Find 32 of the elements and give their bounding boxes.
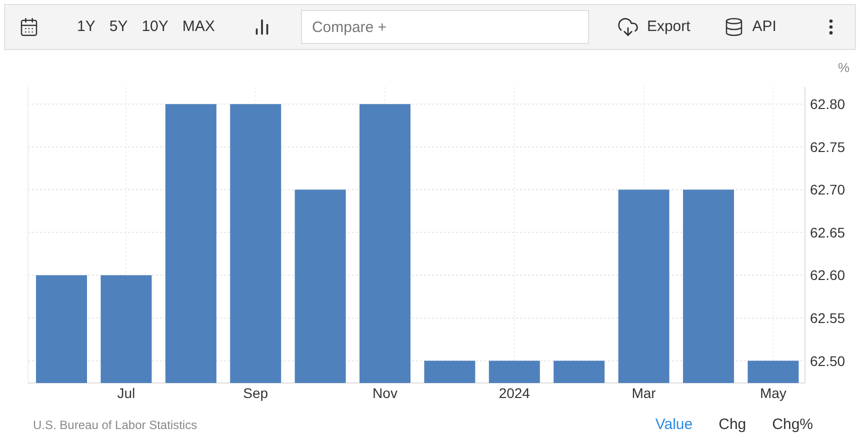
bar xyxy=(748,360,799,383)
x-axis-label: Nov xyxy=(372,385,398,401)
view-option-tab[interactable]: Value xyxy=(655,414,693,436)
bar xyxy=(424,360,476,383)
x-axis-label: Jul xyxy=(117,385,136,401)
database-icon xyxy=(724,17,744,37)
x-axis-label: Mar xyxy=(632,385,656,401)
range-button[interactable]: 5Y xyxy=(109,16,128,38)
y-axis-label: 62.70 xyxy=(810,182,846,198)
y-axis-label: 62.75 xyxy=(810,138,846,155)
view-option-tab[interactable]: Chg% xyxy=(772,414,813,436)
y-axis-label: 62.50 xyxy=(810,352,846,369)
bar xyxy=(554,360,605,383)
bar xyxy=(488,360,540,383)
range-button[interactable]: 1Y xyxy=(77,16,96,38)
api-button[interactable]: API xyxy=(724,16,776,38)
x-axis-label: 2024 xyxy=(498,385,530,401)
range-button[interactable]: 10Y xyxy=(142,16,168,38)
y-axis-label: 62.80 xyxy=(810,96,846,112)
export-button[interactable]: Export xyxy=(616,16,690,38)
y-axis-label: 62.65 xyxy=(810,224,846,240)
unit-label: % xyxy=(838,60,850,75)
x-axis-label: May xyxy=(760,385,786,401)
compare-field[interactable]: Compare + xyxy=(300,10,589,44)
y-axis-label: 62.60 xyxy=(810,267,846,284)
range-button[interactable]: MAX xyxy=(182,16,215,38)
x-axis-label: Sep xyxy=(243,385,268,401)
cloud-download-icon xyxy=(616,16,639,38)
view-option-tab[interactable]: Chg xyxy=(718,414,746,436)
calendar-icon[interactable] xyxy=(19,17,39,37)
source-text: U.S. Bureau of Labor Statistics xyxy=(33,417,198,434)
y-axis-label: 62.55 xyxy=(810,310,846,326)
